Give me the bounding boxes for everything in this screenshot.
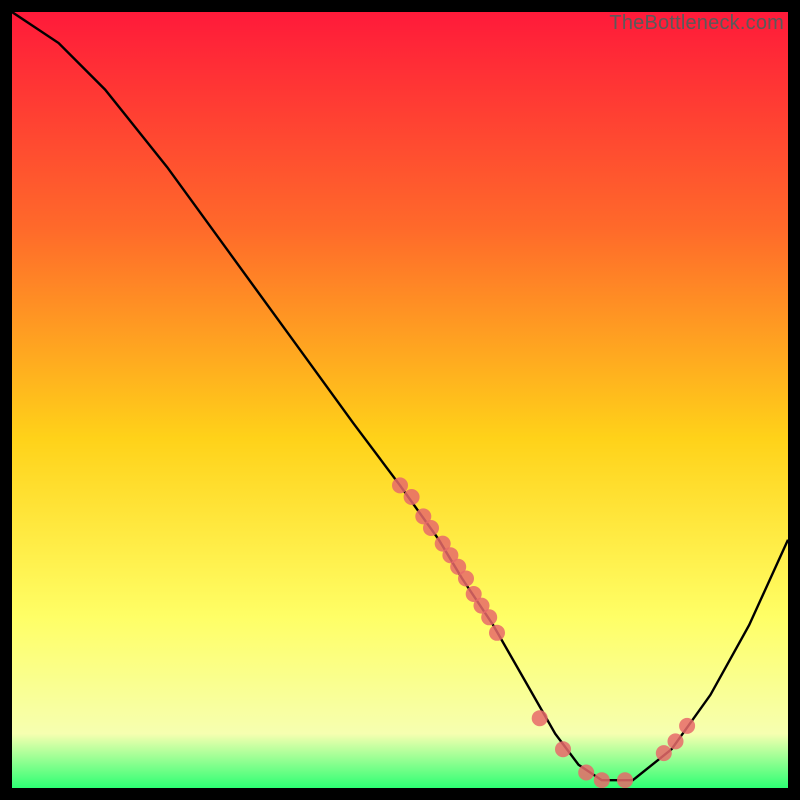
watermark-text: TheBottleneck.com xyxy=(609,12,784,35)
marker-point xyxy=(656,745,672,761)
marker-point xyxy=(489,625,505,641)
marker-point xyxy=(617,772,633,788)
chart-frame: TheBottleneck.com xyxy=(12,12,788,788)
marker-point xyxy=(668,733,684,749)
gradient-background xyxy=(12,12,788,788)
marker-point xyxy=(594,772,610,788)
marker-point xyxy=(392,477,408,493)
marker-point xyxy=(481,609,497,625)
bottleneck-chart xyxy=(12,12,788,788)
marker-point xyxy=(458,571,474,587)
marker-point xyxy=(404,489,420,505)
marker-point xyxy=(578,765,594,781)
marker-point xyxy=(679,718,695,734)
marker-point xyxy=(555,741,571,757)
marker-point xyxy=(532,710,548,726)
marker-point xyxy=(423,520,439,536)
